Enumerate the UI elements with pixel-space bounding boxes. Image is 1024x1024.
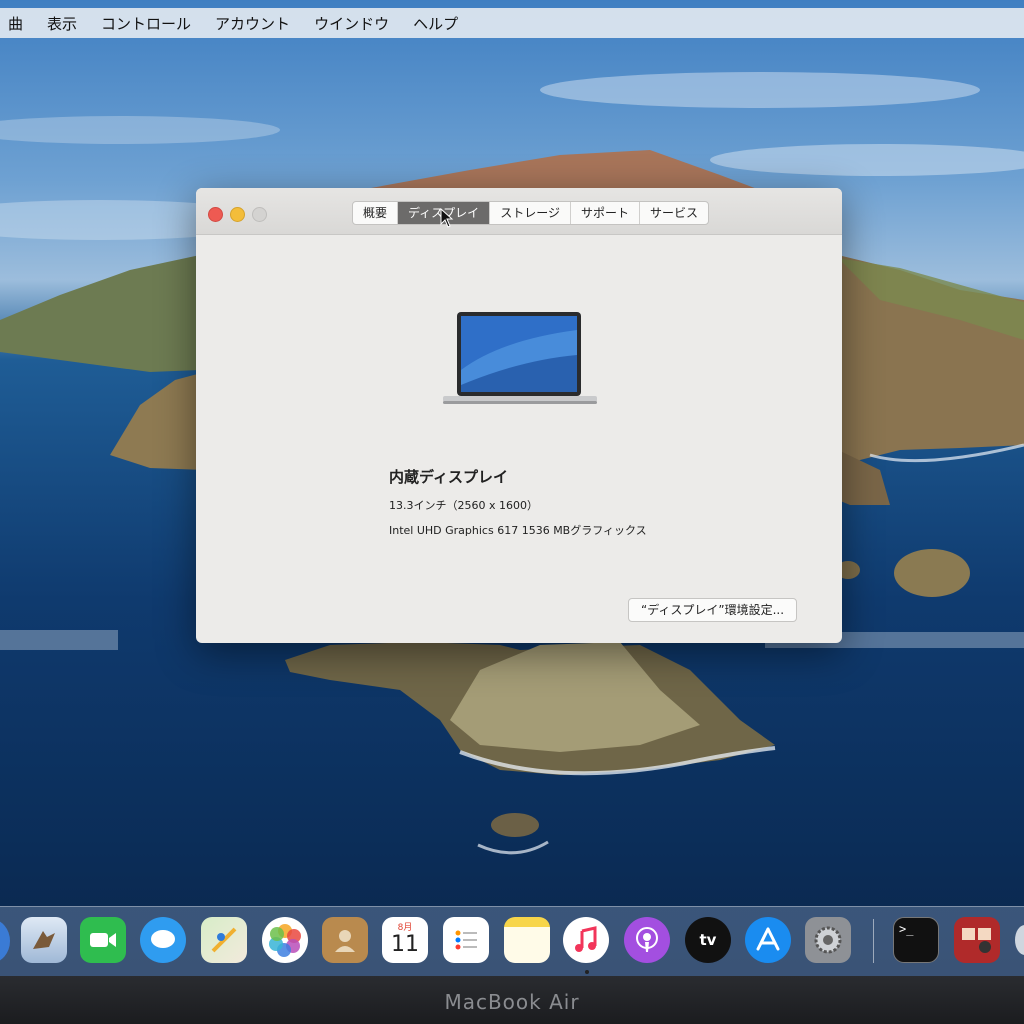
reminders-icon[interactable] [443, 917, 489, 963]
minimize-button[interactable] [230, 207, 245, 222]
dock: 8月 11 tv >_ [0, 906, 1024, 977]
running-indicator [585, 970, 589, 974]
display-preferences-button[interactable]: “ディスプレイ”環境設定... [628, 598, 798, 622]
window-titlebar[interactable]: 概要 ディスプレイ ストレージ サポート サービス [196, 188, 842, 235]
terminal-icon[interactable]: >_ [893, 917, 939, 963]
tv-label: tv [699, 931, 717, 949]
music-icon[interactable] [563, 917, 609, 963]
menu-controls[interactable]: コントロール [89, 13, 203, 34]
menu-song[interactable]: 曲 [0, 13, 35, 34]
photos-icon[interactable] [262, 917, 308, 963]
menu-bar: 曲 表示 コントロール アカウント ウインドウ ヘルプ [0, 8, 1024, 38]
close-button[interactable] [208, 207, 223, 222]
mouse-cursor-icon [440, 208, 454, 228]
calendar-icon[interactable]: 8月 11 [382, 917, 428, 963]
maps-icon[interactable] [201, 917, 247, 963]
menu-window[interactable]: ウインドウ [302, 13, 401, 34]
zoom-button[interactable] [252, 207, 267, 222]
contacts-icon[interactable] [322, 917, 368, 963]
tab-storage[interactable]: ストレージ [490, 202, 571, 224]
laptop-bezel: MacBook Air [0, 976, 1024, 1024]
facetime-icon[interactable] [80, 917, 126, 963]
system-preferences-icon[interactable] [805, 917, 851, 963]
notes-icon[interactable] [504, 917, 550, 963]
display-size: 13.3インチ（2560 x 1600） [389, 499, 538, 512]
tab-support[interactable]: サポート [571, 202, 640, 224]
menu-account[interactable]: アカウント [203, 13, 302, 34]
mail-icon[interactable] [21, 917, 67, 963]
dock-separator [873, 919, 874, 963]
bezel-label: MacBook Air [444, 990, 580, 1014]
tab-bar: 概要 ディスプレイ ストレージ サポート サービス [352, 201, 709, 225]
terminal-prompt: >_ [899, 922, 914, 936]
calendar-day: 11 [391, 932, 419, 957]
messages-icon[interactable] [140, 917, 186, 963]
finder-icon[interactable] [0, 919, 10, 963]
macbook-laptop-icon [443, 312, 597, 404]
display-info: 内蔵ディスプレイ 13.3インチ（2560 x 1600） Intel UHD … [389, 466, 647, 547]
app-store-icon[interactable] [745, 917, 791, 963]
photo-booth-icon[interactable] [954, 917, 1000, 963]
display-name: 内蔵ディスプレイ [389, 468, 508, 486]
tv-icon[interactable]: tv [685, 917, 731, 963]
display-graphics: Intel UHD Graphics 617 1536 MBグラフィックス [389, 524, 647, 537]
menu-view[interactable]: 表示 [35, 13, 89, 34]
tab-service[interactable]: サービス [640, 202, 708, 224]
menu-help[interactable]: ヘルプ [401, 13, 470, 34]
downloads-stack-icon[interactable] [1015, 925, 1024, 955]
podcasts-icon[interactable] [624, 917, 670, 963]
tab-overview[interactable]: 概要 [353, 202, 399, 224]
about-this-mac-window: 概要 ディスプレイ ストレージ サポート サービス 内蔵ディスプレイ 13.3イ… [196, 188, 842, 643]
